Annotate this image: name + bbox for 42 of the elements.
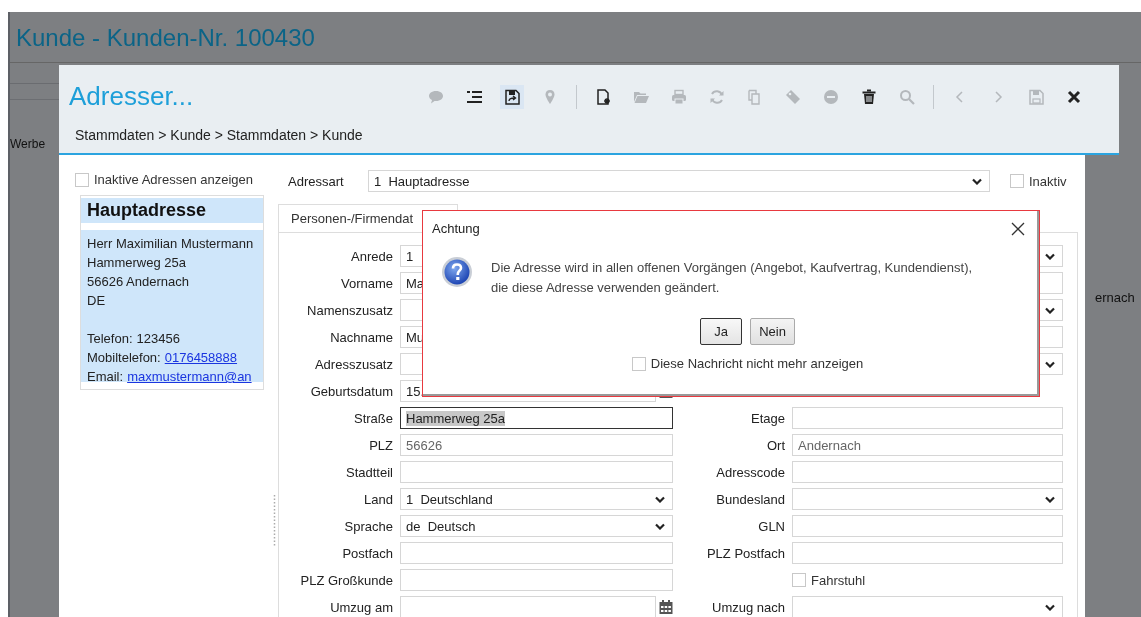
field-label: Land xyxy=(364,491,393,507)
field-label: PLZ Postfach xyxy=(706,545,785,561)
contact-value: 123456 xyxy=(136,331,180,346)
tab-label: Werbe xyxy=(10,137,47,151)
field-label: PLZ xyxy=(369,437,393,453)
table-cell-text: ernach xyxy=(1095,290,1136,305)
contact-label: Email: xyxy=(87,369,124,384)
breadcrumb: Stammdaten > Kunde > Stammdaten > Kunde xyxy=(74,126,364,143)
checkbox-label: Diese Nachricht nicht mehr anzeigen xyxy=(650,356,864,371)
field-label: Ort xyxy=(766,437,785,453)
message-text: die diese Adresse verwenden geändert. xyxy=(491,279,721,297)
field-label: GLN xyxy=(758,518,785,534)
field-label: Umzug am xyxy=(330,599,393,615)
field-label: Nachname xyxy=(330,329,393,345)
field-label: Sprache xyxy=(344,518,393,534)
checkbox-label: Fahrstuhl xyxy=(811,572,866,588)
field-label: Geburtsdatum xyxy=(310,383,393,399)
window-title: Adresser... xyxy=(69,79,195,112)
checkbox-label: Inaktiv xyxy=(1029,173,1067,189)
contact-label: Mobiltelefon: xyxy=(87,350,161,365)
field-label: Stadtteil xyxy=(346,464,393,480)
address-line: 56626 Andernach xyxy=(87,273,190,291)
card-heading: Hauptadresse xyxy=(81,198,263,223)
field-label: Anrede xyxy=(351,248,393,264)
field-label: Bundesland xyxy=(716,491,785,507)
field-label: Adresscode xyxy=(716,464,785,480)
field-label: Postfach xyxy=(342,545,393,561)
field-label: Umzug nach xyxy=(712,599,785,615)
field-label: Namenszusatz xyxy=(307,302,393,318)
field-label: Adressart xyxy=(287,173,345,189)
field-label: Etage xyxy=(751,410,785,426)
field-label: Adresszusatz xyxy=(314,356,393,372)
field-label: Vorname xyxy=(340,275,393,291)
message-text: Die Adresse wird in allen offenen Vorgängen (Angebot, Kaufvertrag, Kundendienst), xyxy=(491,259,973,277)
page-title: Kunde - Kunden-Nr. 100430 xyxy=(10,12,1141,63)
field-label: Straße xyxy=(354,410,393,426)
contact-label: Telefon: xyxy=(87,331,133,346)
address-line: Herr Maximilian Mustermann xyxy=(87,235,255,253)
field-label: PLZ Großkunde xyxy=(300,572,393,588)
checkbox-label: Inaktive Adressen anzeigen xyxy=(94,172,253,187)
address-line: DE xyxy=(87,292,107,310)
address-line: Hammerweg 25a xyxy=(87,254,187,272)
